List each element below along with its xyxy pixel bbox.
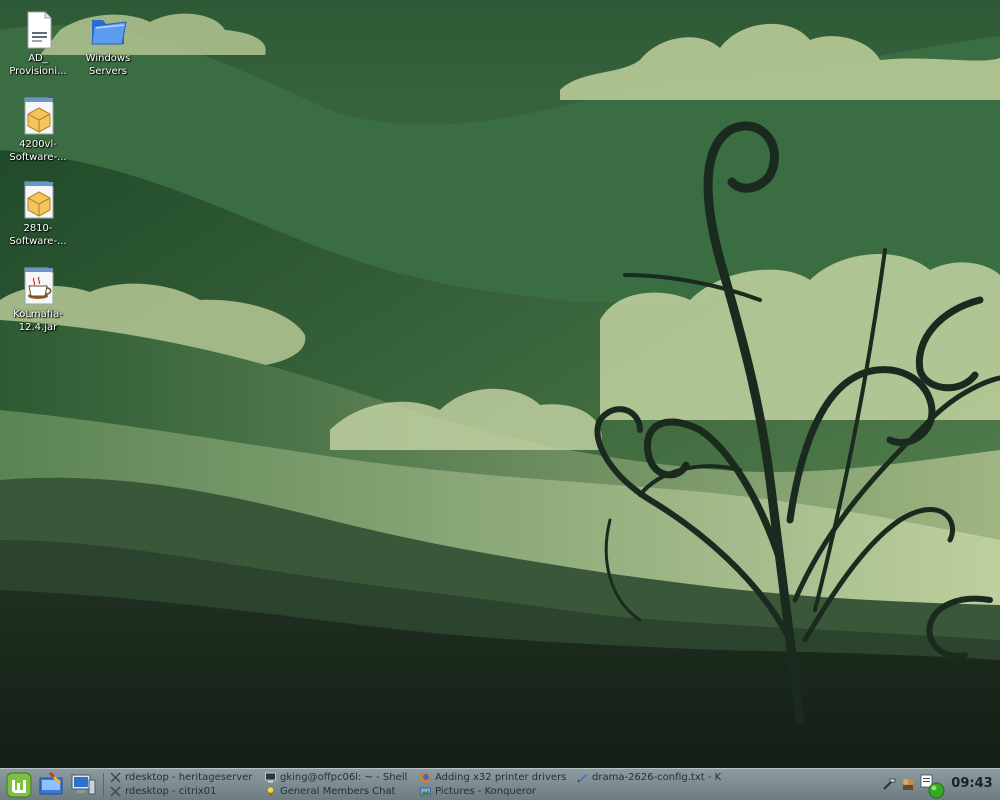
network-icon[interactable] <box>882 778 896 792</box>
package-icon <box>24 181 54 219</box>
task-label: drama-2626-config.txt - K <box>592 772 722 783</box>
show-desktop-icon[interactable] <box>38 772 64 798</box>
task-label: gking@offpc06l: ~ - Shell <box>280 772 408 783</box>
desktop-icon-label: KoLmafia- <box>13 309 63 320</box>
rdesktop-icon <box>110 786 121 797</box>
messenger-icon[interactable] <box>901 777 915 791</box>
chat-icon <box>266 786 275 796</box>
desktop-icon-ad-provisioning[interactable]: AD_ Provisioni... <box>0 10 76 78</box>
task-pictures-konqueror[interactable]: Pictures - Konqueror <box>420 784 572 799</box>
document-icon <box>27 11 52 49</box>
task-rdesktop-citrix01[interactable]: rdesktop - citrix01 <box>110 784 260 799</box>
desktop-icon-4200vl-software[interactable]: 4200vl- Software-... <box>0 96 76 164</box>
konqueror-icon <box>420 787 431 797</box>
text-editor-icon <box>577 774 587 783</box>
task-rdesktop-heritageserver[interactable]: rdesktop - heritageserver <box>110 770 260 785</box>
desktop-icon-label: Provisioni... <box>9 66 67 77</box>
taskbar-divider <box>103 773 104 797</box>
task-general-members-chat[interactable]: General Members Chat <box>265 784 415 799</box>
task-label: rdesktop - citrix01 <box>125 786 217 797</box>
desktop-icon-label: Servers <box>88 66 127 77</box>
desktop-icon-windows-servers[interactable]: Windows Servers <box>70 10 146 78</box>
desktop-icon-kolmafia-jar[interactable]: KoLmafia- 12.4.jar <box>0 266 76 334</box>
desktop-icon-label: 4200vl- <box>19 139 57 150</box>
desktop[interactable]: AD_ Provisioni... Windows Servers 4200vl… <box>0 0 1000 768</box>
status-online-icon[interactable] <box>928 782 945 799</box>
wallpaper <box>0 0 1000 768</box>
task-label: Pictures - Konqueror <box>435 786 537 797</box>
terminal-icon <box>265 772 276 783</box>
task-label: Adding x32 printer drivers <box>435 772 567 783</box>
desktop-icon-label: Windows <box>85 53 131 64</box>
desktop-icon-label: 2810- <box>23 223 53 234</box>
task-adding-x32-printer-drivers[interactable]: Adding x32 printer drivers <box>420 770 572 785</box>
desktop-icon-label: Software-... <box>9 152 67 163</box>
folder-icon <box>91 20 127 45</box>
taskbar: rdesktop - heritageserver gking@offpc06l… <box>0 768 1000 800</box>
task-drama-config[interactable]: drama-2626-config.txt - K <box>577 770 727 785</box>
package-icon <box>24 97 54 135</box>
mint-logo-icon[interactable] <box>6 772 32 798</box>
java-jar-icon <box>24 267 54 305</box>
task-label: General Members Chat <box>280 786 396 797</box>
computer-icon[interactable] <box>70 772 96 798</box>
clock[interactable]: 09:43 <box>950 776 994 791</box>
task-shell[interactable]: gking@offpc06l: ~ - Shell <box>265 770 415 785</box>
rdesktop-icon <box>110 772 121 783</box>
task-label: rdesktop - heritageserver <box>125 772 253 783</box>
desktop-icon-label: 12.4.jar <box>18 322 58 333</box>
desktop-icon-2810-software[interactable]: 2810- Software-... <box>0 180 76 248</box>
desktop-icon-label: AD_ <box>28 53 48 64</box>
desktop-icon-label: Software-... <box>9 236 67 247</box>
browser-icon <box>420 772 431 783</box>
